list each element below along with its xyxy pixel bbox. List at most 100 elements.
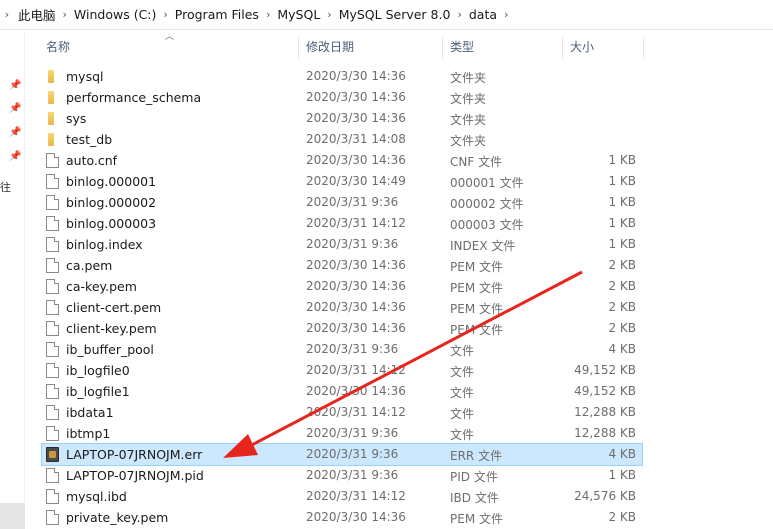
file-date-modified: 2020/3/30 14:36: [306, 153, 406, 167]
pin-icon[interactable]: 📌: [9, 103, 21, 114]
file-date-modified: 2020/3/31 14:12: [306, 216, 406, 230]
nav-item-selected[interactable]: [0, 503, 25, 529]
file-size: 2 KB: [608, 258, 636, 272]
file-size: 1 KB: [608, 174, 636, 188]
file-type: ERR 文件: [450, 449, 503, 463]
breadcrumb-label[interactable]: 此电脑: [14, 5, 60, 24]
file-type: PEM 文件: [450, 260, 503, 274]
file-row[interactable]: ibdata1 2020/3/31 14:12 文件 12,288 KB: [42, 402, 642, 423]
file-date-modified: 2020/3/30 14:36: [306, 69, 406, 83]
file-name: private_key.pem: [66, 510, 169, 525]
file-date-modified: 2020/3/30 14:36: [306, 90, 406, 104]
file-icon: [46, 510, 59, 525]
file-row[interactable]: private_key.pem 2020/3/30 14:36 PEM 文件 2 KB: [42, 507, 642, 528]
file-type: PID 文件: [450, 470, 498, 484]
column-header-date[interactable]: 修改日期: [306, 31, 354, 61]
column-header-size[interactable]: 大小: [570, 31, 594, 61]
file-row[interactable]: ibtmp1 2020/3/31 9:36 文件 12,288 KB: [42, 423, 642, 444]
file-name: binlog.000001: [66, 174, 157, 189]
file-name: binlog.000003: [66, 216, 157, 231]
file-name: ib_logfile1: [66, 384, 130, 399]
file-date-modified: 2020/3/31 9:36: [306, 426, 399, 440]
file-size: 1 KB: [608, 195, 636, 209]
file-row[interactable]: LAPTOP-07JRNOJM.pid 2020/3/31 9:36 PID 文件 1…: [42, 465, 642, 486]
file-name: test_db: [66, 132, 113, 147]
file-name: LAPTOP-07JRNOJM.err: [66, 447, 203, 462]
file-date-modified: 2020/3/31 9:36: [306, 447, 399, 461]
nav-item-label[interactable]: 往: [0, 179, 11, 195]
file-row[interactable]: ca-key.pem 2020/3/30 14:36 PEM 文件 2 KB: [42, 276, 642, 297]
file-icon: [46, 426, 59, 441]
file-row[interactable]: client-key.pem 2020/3/30 14:36 PEM 文件 2 KB: [42, 318, 642, 339]
breadcrumb-item[interactable]: data ›: [465, 0, 512, 30]
column-divider[interactable]: [298, 37, 299, 59]
file-row[interactable]: LAPTOP-07JRNOJM.err 2020/3/31 9:36 ERR 文件 4…: [41, 443, 643, 466]
pin-icon[interactable]: 📌: [9, 127, 21, 138]
file-row[interactable]: ib_buffer_pool 2020/3/31 9:36 文件 4 KB: [42, 339, 642, 360]
file-size: 1 KB: [608, 237, 636, 251]
column-header-type[interactable]: 类型: [450, 31, 474, 61]
file-name: ca-key.pem: [66, 279, 137, 294]
file-name: binlog.index: [66, 237, 143, 252]
folder-row[interactable]: mysql 2020/3/30 14:36 文件夹: [42, 66, 642, 87]
column-divider[interactable]: [643, 37, 644, 59]
file-row[interactable]: ib_logfile1 2020/3/30 14:36 文件 49,152 KB: [42, 381, 642, 402]
file-row[interactable]: client-cert.pem 2020/3/30 14:36 PEM 文件 2 KB: [42, 297, 642, 318]
chevron-right-icon[interactable]: ›: [60, 8, 70, 21]
breadcrumb-label[interactable]: data: [465, 7, 501, 22]
pin-icon[interactable]: 📌: [9, 151, 21, 162]
file-type: 000002 文件: [450, 197, 524, 211]
breadcrumb: › 此电脑 › Windows (C:) › Program Files › MySQL › M…: [0, 0, 773, 30]
chevron-right-icon[interactable]: ›: [263, 8, 273, 21]
chevron-right-icon[interactable]: ›: [501, 8, 511, 21]
file-icon: [46, 342, 59, 357]
breadcrumb-label[interactable]: Windows (C:): [70, 7, 160, 22]
breadcrumb-item[interactable]: Program Files ›: [171, 0, 274, 30]
folder-row[interactable]: test_db 2020/3/31 14:08 文件夹: [42, 129, 642, 150]
file-row[interactable]: ca.pem 2020/3/30 14:36 PEM 文件 2 KB: [42, 255, 642, 276]
breadcrumb-label[interactable]: Program Files: [171, 7, 263, 22]
folder-row[interactable]: sys 2020/3/30 14:36 文件夹: [42, 108, 642, 129]
file-date-modified: 2020/3/31 9:36: [306, 237, 399, 251]
column-divider[interactable]: [562, 37, 563, 59]
file-icon: [46, 321, 59, 336]
file-size: 49,152 KB: [574, 384, 636, 398]
file-icon: [46, 195, 59, 210]
breadcrumb-item[interactable]: MySQL ›: [273, 0, 334, 30]
file-type: CNF 文件: [450, 155, 503, 169]
file-date-modified: 2020/3/30 14:36: [306, 258, 406, 272]
breadcrumb-item[interactable]: Windows (C:) ›: [70, 0, 171, 30]
file-type: 000003 文件: [450, 218, 524, 232]
file-date-modified: 2020/3/30 14:49: [306, 174, 406, 188]
file-row[interactable]: mysql.ibd 2020/3/31 14:12 IBD 文件 24,576 KB: [42, 486, 642, 507]
file-row[interactable]: binlog.000003 2020/3/31 14:12 000003 文件 1 K…: [42, 213, 642, 234]
breadcrumb-item[interactable]: MySQL Server 8.0 ›: [335, 0, 465, 30]
breadcrumb-label[interactable]: MySQL Server 8.0: [335, 7, 455, 22]
chevron-right-icon[interactable]: ›: [0, 8, 14, 21]
file-row[interactable]: binlog.000001 2020/3/30 14:49 000001 文件 1 K…: [42, 171, 642, 192]
column-divider[interactable]: [442, 37, 443, 59]
folder-row[interactable]: performance_schema 2020/3/30 14:36 文件夹: [42, 87, 642, 108]
folder-icon: [48, 91, 54, 104]
file-type: PEM 文件: [450, 512, 503, 526]
file-name: client-cert.pem: [66, 300, 162, 315]
file-row[interactable]: ib_logfile0 2020/3/31 14:12 文件 49,152 KB: [42, 360, 642, 381]
file-size: 4 KB: [608, 447, 636, 461]
file-icon: [46, 216, 59, 231]
file-date-modified: 2020/3/31 14:12: [306, 489, 406, 503]
file-name: performance_schema: [66, 90, 202, 105]
column-header-name[interactable]: 名称: [46, 31, 70, 61]
breadcrumb-item[interactable]: 此电脑 ›: [14, 0, 70, 30]
breadcrumb-label[interactable]: MySQL: [273, 7, 324, 22]
file-type: PEM 文件: [450, 302, 503, 316]
file-icon: [46, 279, 59, 294]
file-row[interactable]: auto.cnf 2020/3/30 14:36 CNF 文件 1 KB: [42, 150, 642, 171]
chevron-right-icon[interactable]: ›: [454, 8, 464, 21]
file-icon: [46, 237, 59, 252]
file-row[interactable]: binlog.000002 2020/3/31 9:36 000002 文件 1 KB: [42, 192, 642, 213]
file-row[interactable]: binlog.index 2020/3/31 9:36 INDEX 文件 1 KB: [42, 234, 642, 255]
chevron-right-icon[interactable]: ›: [160, 8, 170, 21]
chevron-right-icon[interactable]: ›: [324, 8, 334, 21]
pin-icon[interactable]: 📌: [9, 80, 21, 91]
file-type: INDEX 文件: [450, 239, 516, 253]
